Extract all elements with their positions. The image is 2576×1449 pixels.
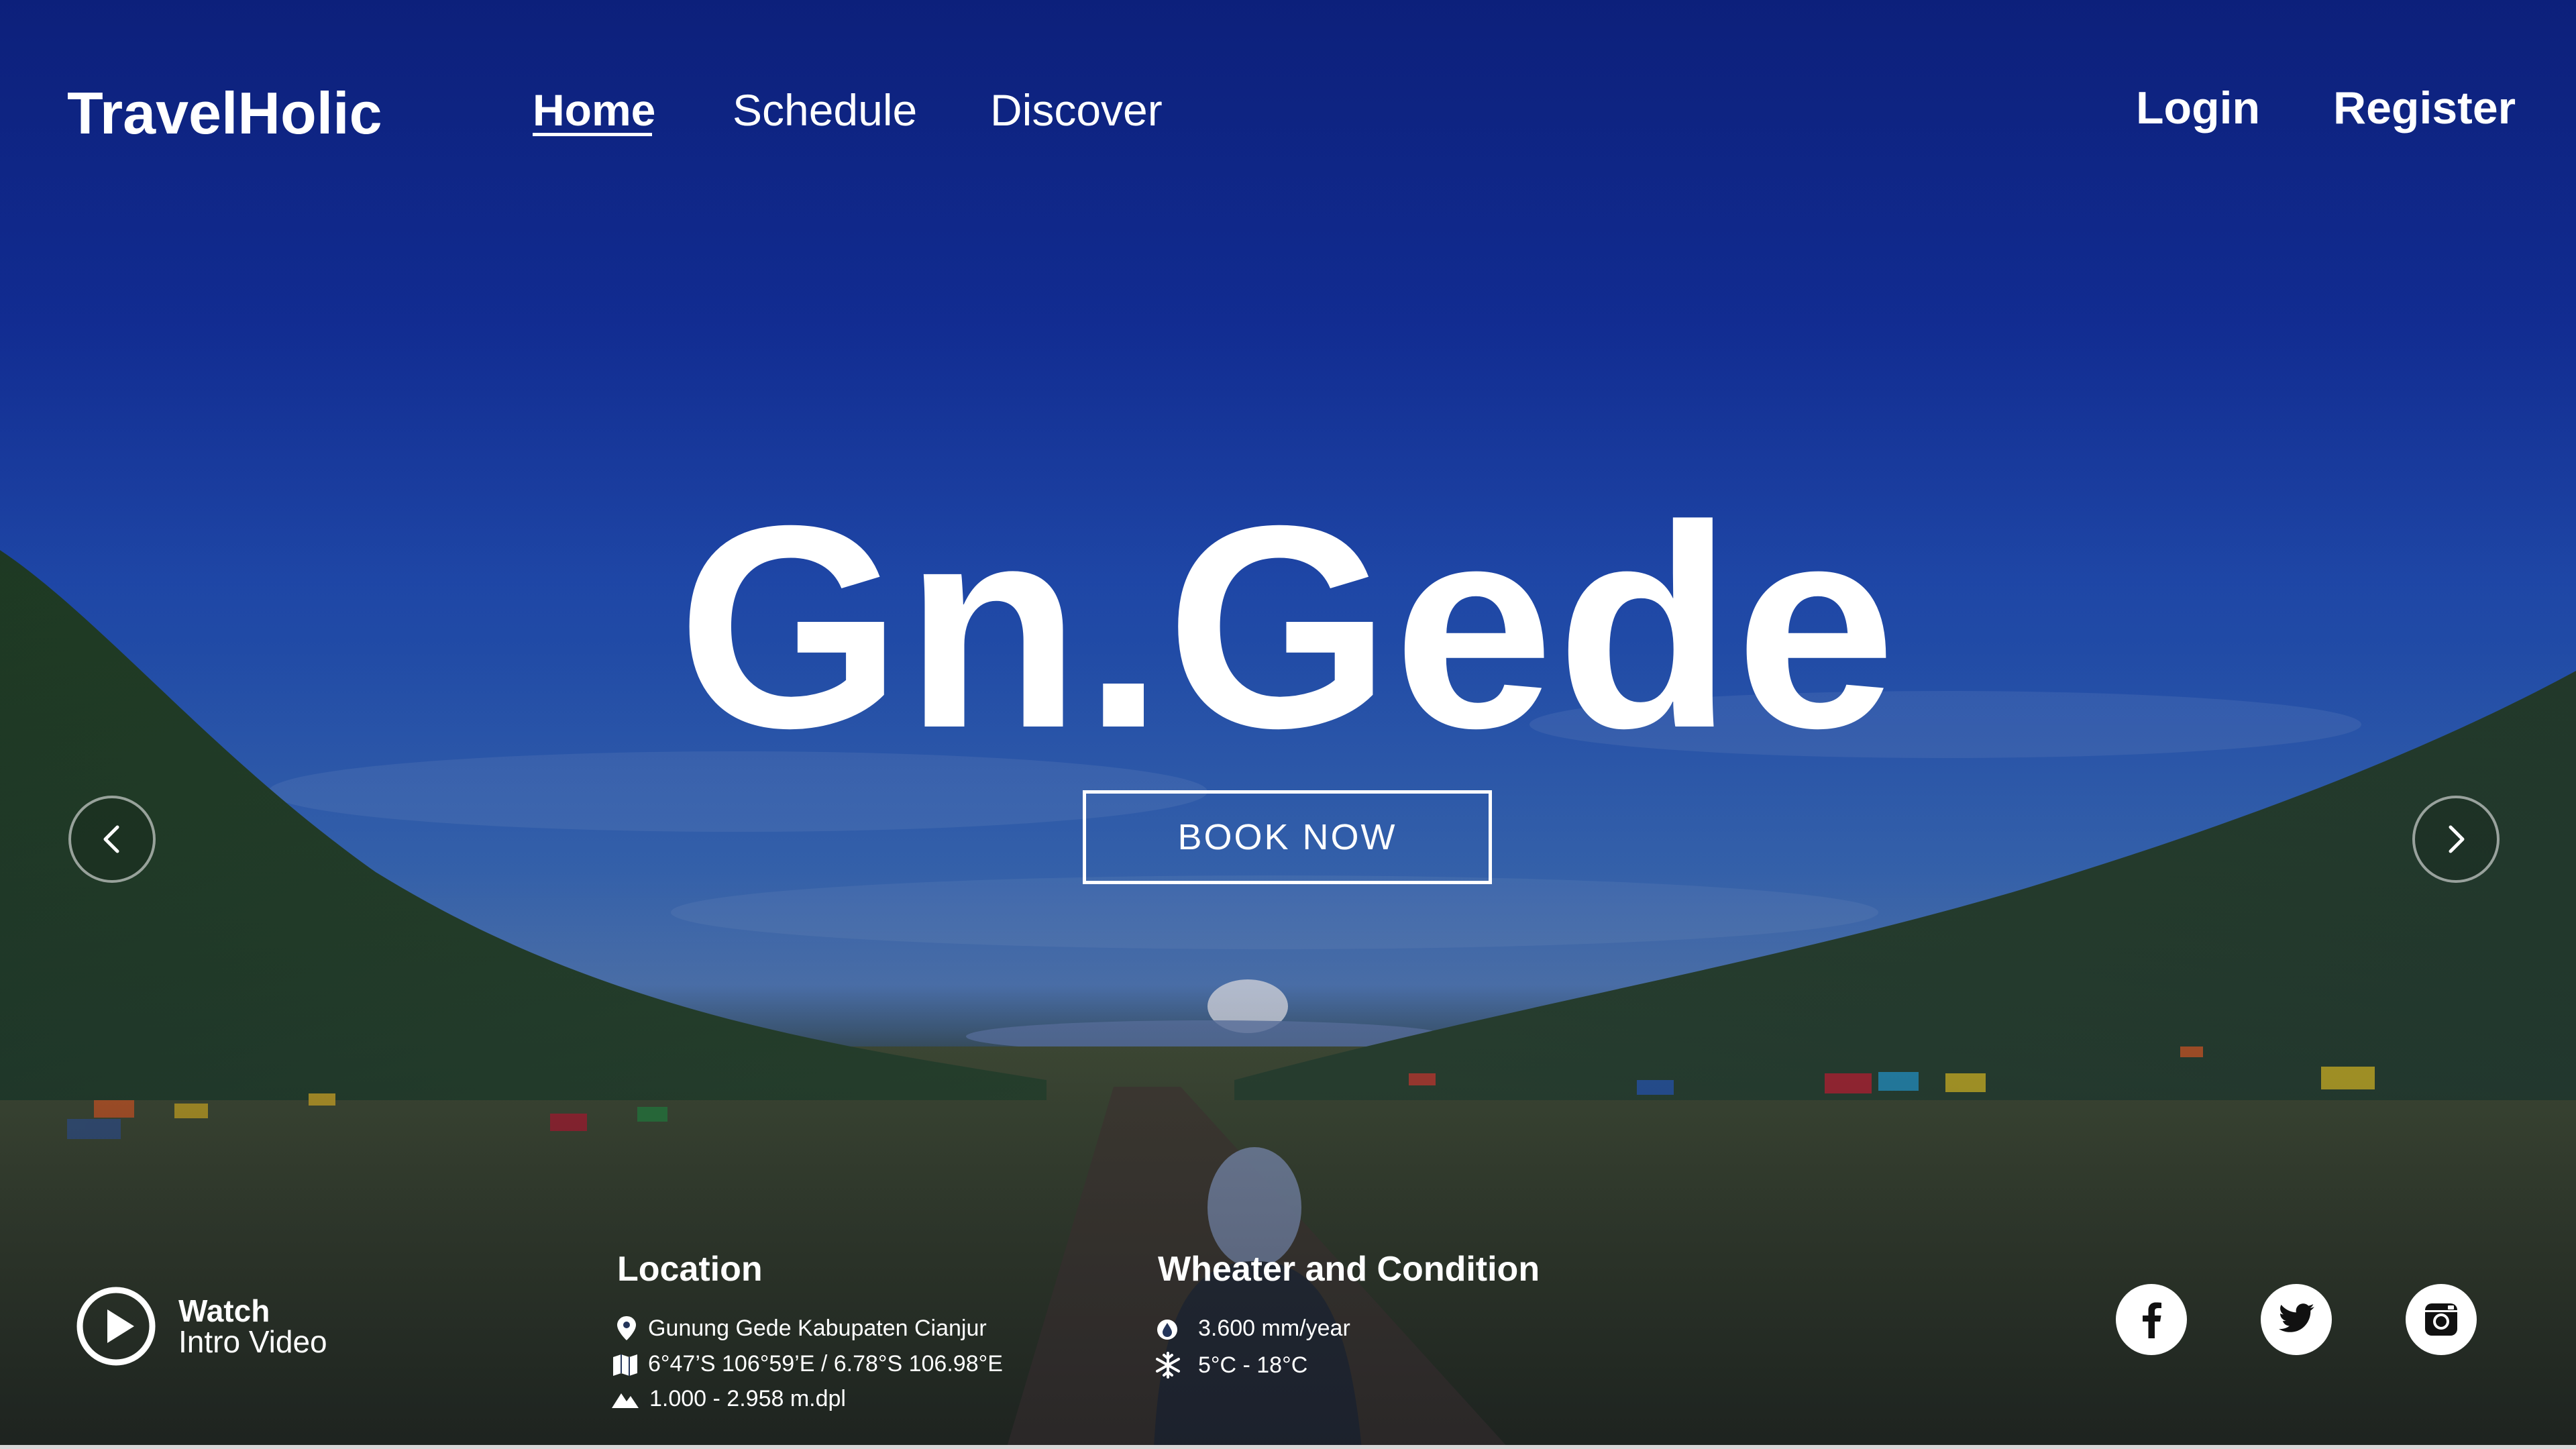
- intro-video-label: Intro Video: [178, 1324, 327, 1359]
- twitter-button[interactable]: [2261, 1284, 2332, 1355]
- instagram-icon: [2425, 1303, 2457, 1336]
- facebook-button[interactable]: [2116, 1284, 2187, 1355]
- chevron-right-icon: [2449, 825, 2465, 853]
- brand-logo[interactable]: TravelHolic: [67, 79, 382, 148]
- instagram-button[interactable]: [2406, 1284, 2477, 1355]
- nav-schedule[interactable]: Schedule: [733, 85, 917, 136]
- mountain-icon: [612, 1393, 639, 1408]
- chevron-left-icon: [103, 825, 119, 853]
- facebook-icon: [2143, 1302, 2161, 1338]
- nav-active-underline: [533, 133, 652, 136]
- hero-title: Gn.Gede: [677, 466, 1899, 788]
- hero-section: TravelHolic Home Schedule Discover Login…: [0, 0, 2576, 1449]
- map-pin-icon: [617, 1316, 636, 1340]
- condition-item-rainfall: 3.600 mm/year: [1154, 1315, 1350, 1342]
- location-coordinates-text: 6°47’S 106°59’E / 6.78°S 106.98°E: [648, 1351, 1003, 1377]
- location-item-altitude: 1.000 - 2.958 m.dpl: [610, 1386, 846, 1412]
- condition-title: Wheater and Condition: [1158, 1250, 1540, 1289]
- next-slide-button[interactable]: [2412, 796, 2500, 883]
- watch-intro-video-button[interactable]: Watch Intro Video: [75, 1285, 327, 1367]
- book-now-button[interactable]: BOOK NOW: [1083, 790, 1492, 884]
- location-title: Location: [617, 1250, 763, 1289]
- prev-slide-button[interactable]: [68, 796, 156, 883]
- nav-home[interactable]: Home: [533, 85, 655, 136]
- temperature-text: 5°C - 18°C: [1198, 1352, 1308, 1378]
- play-circle-icon: [76, 1287, 156, 1366]
- bottom-border: [0, 1445, 2576, 1449]
- location-altitude-text: 1.000 - 2.958 m.dpl: [649, 1386, 846, 1411]
- raindrop-icon: [1157, 1320, 1177, 1340]
- login-link[interactable]: Login: [2136, 82, 2260, 134]
- snowflake-icon: [1156, 1352, 1180, 1379]
- map-icon: [613, 1354, 637, 1376]
- rainfall-text: 3.600 mm/year: [1198, 1315, 1350, 1341]
- condition-item-temperature: 5°C - 18°C: [1154, 1351, 1307, 1379]
- location-area-text: Gunung Gede Kabupaten Cianjur: [648, 1315, 987, 1341]
- watch-label: Watch: [178, 1293, 270, 1328]
- nav-discover[interactable]: Discover: [990, 85, 1163, 136]
- location-item-coordinates: 6°47’S 106°59’E / 6.78°S 106.98°E: [612, 1351, 1003, 1377]
- register-link[interactable]: Register: [2333, 82, 2516, 134]
- twitter-icon: [2279, 1303, 2314, 1332]
- location-item-area: Gunung Gede Kabupaten Cianjur: [614, 1315, 987, 1342]
